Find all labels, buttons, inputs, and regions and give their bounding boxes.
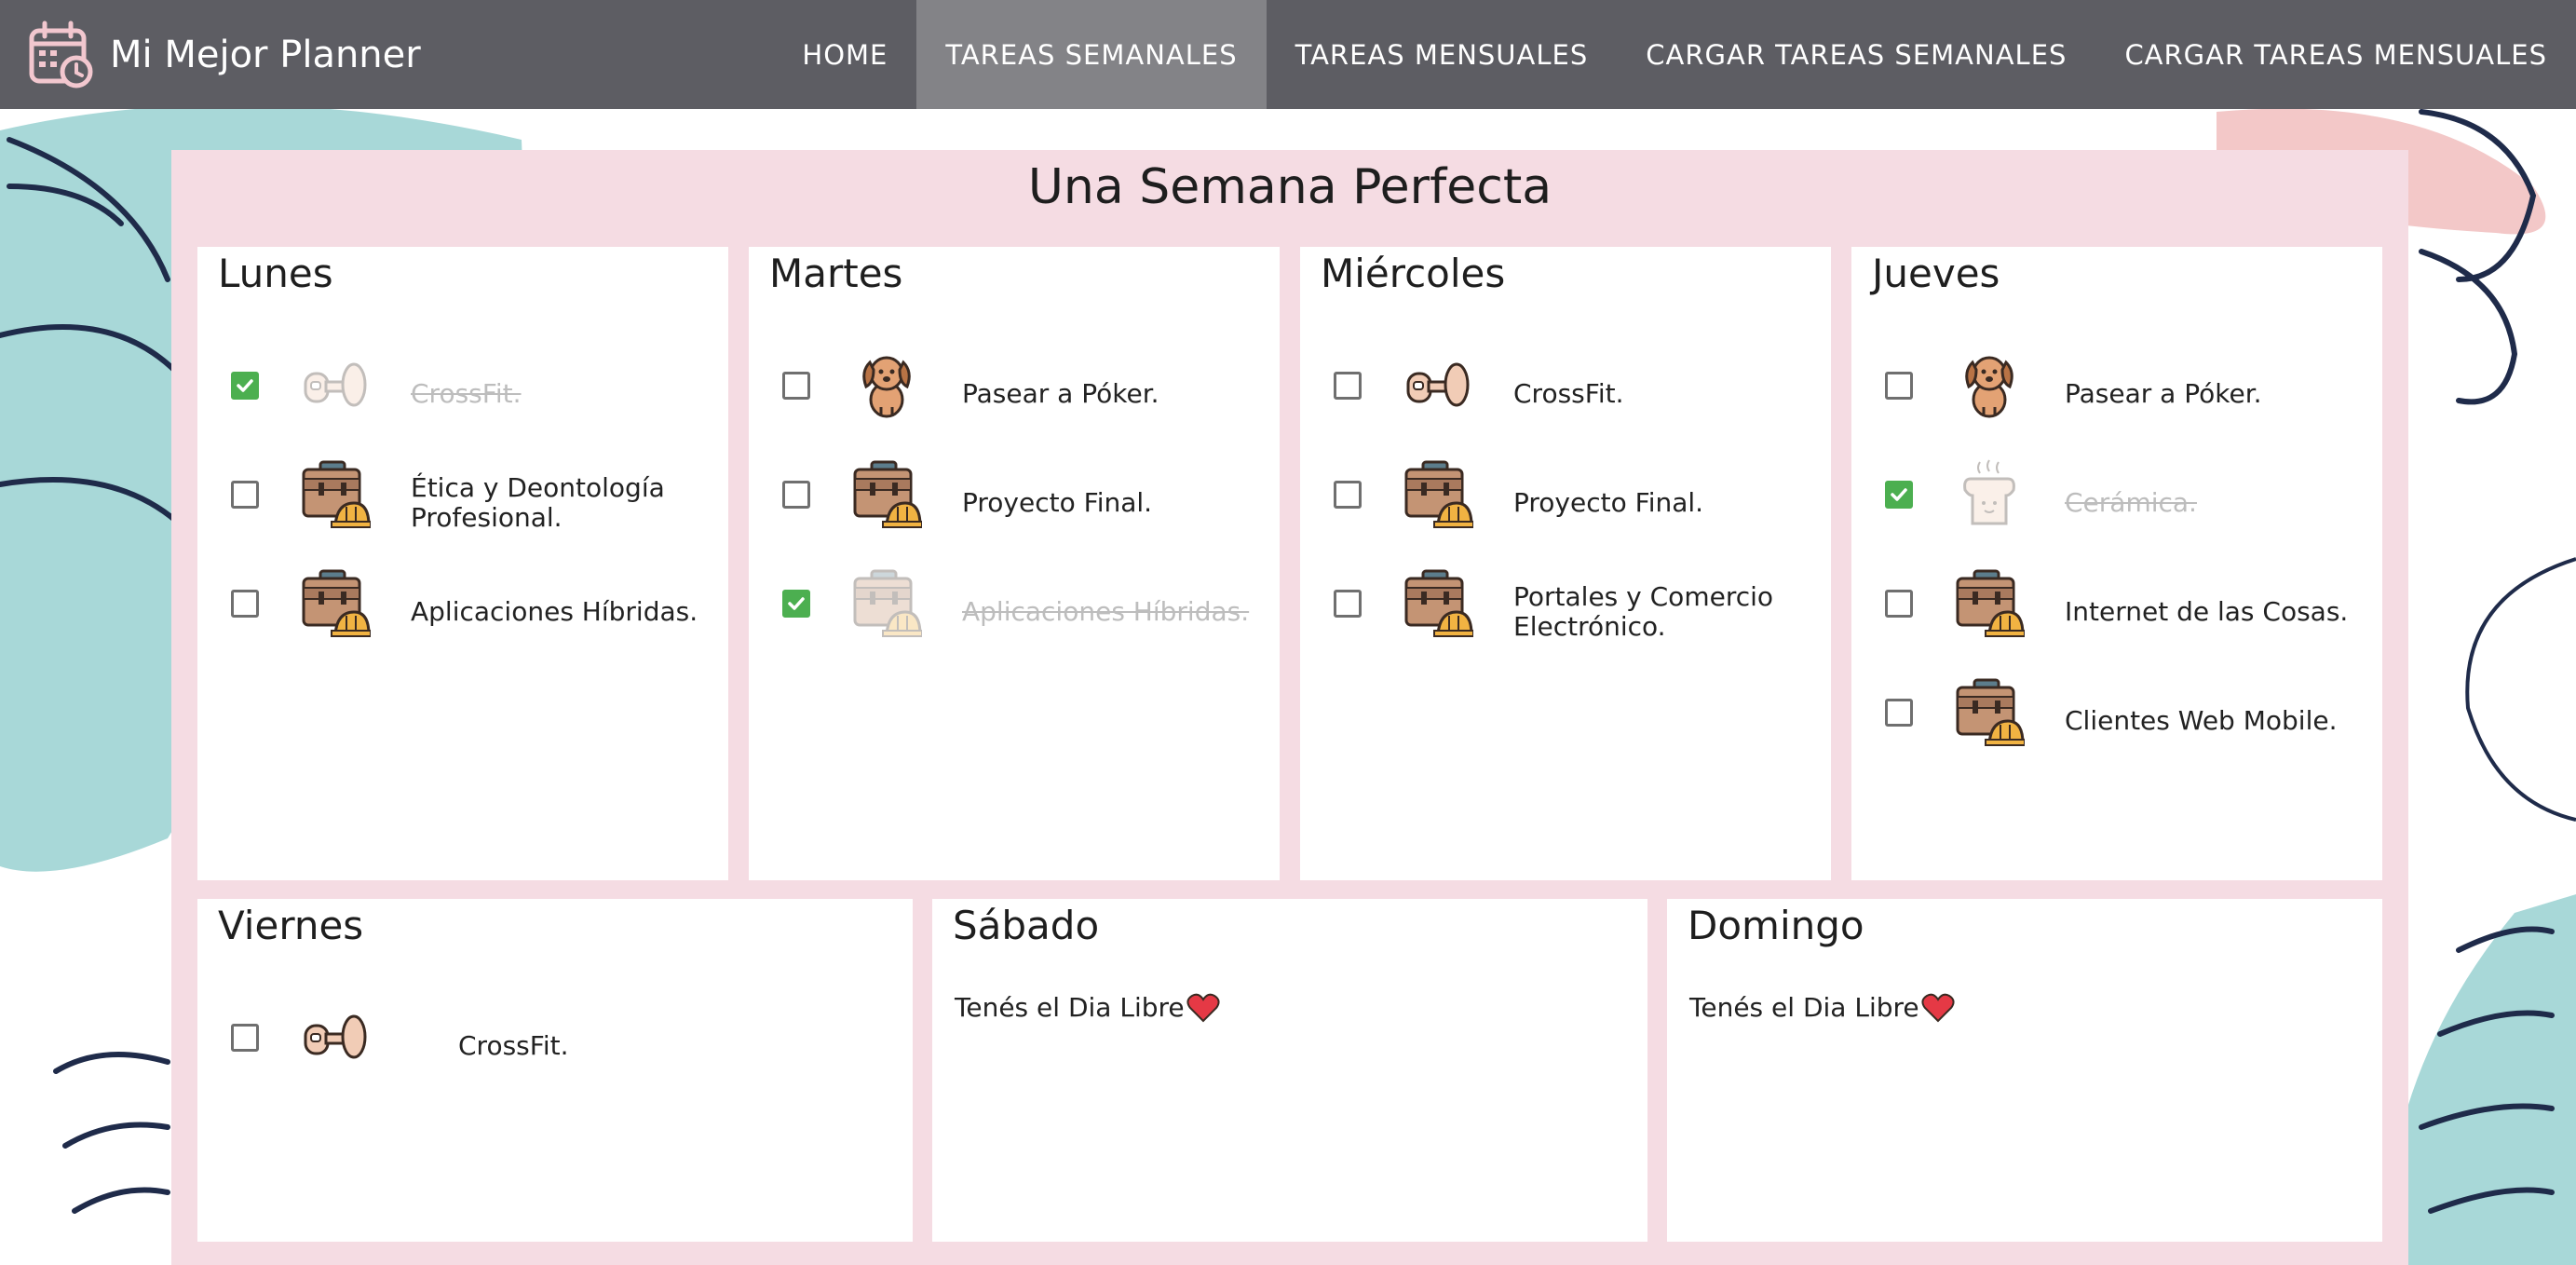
task-item: Pasear a Póker. [1851, 334, 2382, 437]
briefcase-icon [1403, 458, 1474, 529]
task-item: Portales y Comercio Electrónico. [1300, 552, 1831, 655]
task-item: Proyecto Final. [749, 443, 1280, 546]
briefcase-icon [851, 567, 923, 638]
task-item: Internet de las Cosas. [1851, 552, 2382, 655]
nav-home[interactable]: HOME [773, 0, 916, 109]
navbar: Mi Mejor Planner HOME TAREAS SEMANALES T… [0, 0, 2576, 109]
task-checkbox[interactable] [782, 481, 810, 509]
task-item: Aplicaciones Híbridas. [197, 552, 728, 655]
day-name: Jueves [1872, 251, 2000, 296]
day-name: Viernes [218, 903, 364, 948]
briefcase-icon [1954, 567, 2026, 638]
task-text: Aplicaciones Híbridas. [411, 596, 698, 627]
day-card-martes: Martes Pasear a Póker. Proyecto Final. Apli… [749, 247, 1280, 880]
task-text: Pasear a Póker. [962, 378, 1159, 409]
task-checkbox[interactable] [231, 590, 259, 618]
day-card-miércoles: Miércoles CrossFit. Proyecto Final. Portale… [1300, 247, 1831, 880]
task-text: CrossFit. [1513, 378, 1624, 409]
dog-icon [851, 349, 922, 420]
free-day-message: Tenés el Dia Libre [955, 992, 1220, 1023]
task-checkbox[interactable] [782, 590, 810, 618]
task-checkbox[interactable] [1885, 590, 1913, 618]
task-item: Aplicaciones Híbridas. [749, 552, 1280, 655]
briefcase-icon [300, 567, 372, 638]
task-text: Ética y Deontología Profesional. [411, 472, 665, 533]
nav-cargar-tareas-mensuales[interactable]: CARGAR TAREAS MENSUALES [2095, 0, 2576, 109]
task-text: Clientes Web Mobile. [2065, 705, 2338, 736]
heart-icon [1921, 993, 1955, 1022]
task-item: CrossFit. [197, 986, 913, 1089]
task-checkbox[interactable] [231, 481, 259, 509]
day-card-lunes: Lunes CrossFit. Ética y Deontología Profes… [197, 247, 728, 880]
day-card-jueves: Jueves Pasear a Póker. Cerámica. Internet d… [1851, 247, 2382, 880]
task-item: Pasear a Póker. [749, 334, 1280, 437]
heart-icon [1186, 993, 1220, 1022]
task-checkbox[interactable] [782, 372, 810, 400]
free-day-text: Tenés el Dia Libre [955, 992, 1185, 1023]
task-item: CrossFit. [197, 334, 728, 437]
page-title: Una Semana Perfecta [1027, 159, 1552, 215]
dumbbell-icon [300, 1001, 371, 1072]
task-text: Portales y Comercio Electrónico. [1513, 581, 1774, 642]
pottery-icon [1954, 458, 2025, 529]
task-checkbox[interactable] [231, 372, 259, 400]
task-checkbox[interactable] [1885, 372, 1913, 400]
brand[interactable]: Mi Mejor Planner [26, 0, 421, 109]
task-checkbox[interactable] [1334, 372, 1362, 400]
task-checkbox[interactable] [1885, 699, 1913, 727]
nav-tareas-mensuales[interactable]: TAREAS MENSUALES [1267, 0, 1618, 109]
task-text: Proyecto Final. [962, 487, 1153, 518]
briefcase-icon [300, 458, 372, 529]
calendar-icon [29, 20, 93, 88]
dumbbell-icon [300, 349, 371, 420]
nav-menu: HOME TAREAS SEMANALES TAREAS MENSUALES C… [773, 0, 2576, 109]
task-item: Proyecto Final. [1300, 443, 1831, 546]
day-card-domingo: Domingo Tenés el Dia Libre [1667, 899, 2382, 1242]
task-item: Cerámica. [1851, 443, 2382, 546]
nav-tareas-semanales[interactable]: TAREAS SEMANALES [916, 0, 1267, 109]
task-item: Clientes Web Mobile. [1851, 661, 2382, 764]
dog-icon [1954, 349, 2025, 420]
task-checkbox[interactable] [1885, 481, 1913, 509]
task-checkbox[interactable] [231, 1024, 259, 1052]
task-text: CrossFit. [411, 378, 522, 409]
free-day-message: Tenés el Dia Libre [1689, 992, 1955, 1023]
task-text: Pasear a Póker. [2065, 378, 2262, 409]
day-name: Miércoles [1321, 251, 1506, 296]
week-panel: Una Semana Perfecta Lunes CrossFit. Ética … [171, 150, 2408, 1265]
nav-cargar-tareas-semanales[interactable]: CARGAR TAREAS SEMANALES [1617, 0, 2095, 109]
briefcase-icon [851, 458, 923, 529]
briefcase-icon [1954, 676, 2026, 747]
task-text: CrossFit. [458, 1030, 569, 1061]
day-name: Martes [769, 251, 903, 296]
task-checkbox[interactable] [1334, 481, 1362, 509]
task-checkbox[interactable] [1334, 590, 1362, 618]
brand-name: Mi Mejor Planner [110, 33, 421, 76]
task-text: Internet de las Cosas. [2065, 596, 2349, 627]
task-item: CrossFit. [1300, 334, 1831, 437]
task-text: Proyecto Final. [1513, 487, 1704, 518]
task-text: Cerámica. [2065, 487, 2197, 518]
task-text: Aplicaciones Híbridas. [962, 596, 1250, 627]
day-name: Domingo [1688, 903, 1864, 948]
day-card-viernes: Viernes CrossFit. [197, 899, 913, 1242]
free-day-text: Tenés el Dia Libre [1689, 992, 1919, 1023]
day-card-sábado: Sábado Tenés el Dia Libre [932, 899, 1647, 1242]
task-item: Ética y Deontología Profesional. [197, 443, 728, 546]
dumbbell-icon [1403, 349, 1473, 420]
day-name: Sábado [953, 903, 1100, 948]
briefcase-icon [1403, 567, 1474, 638]
day-name: Lunes [218, 251, 333, 296]
